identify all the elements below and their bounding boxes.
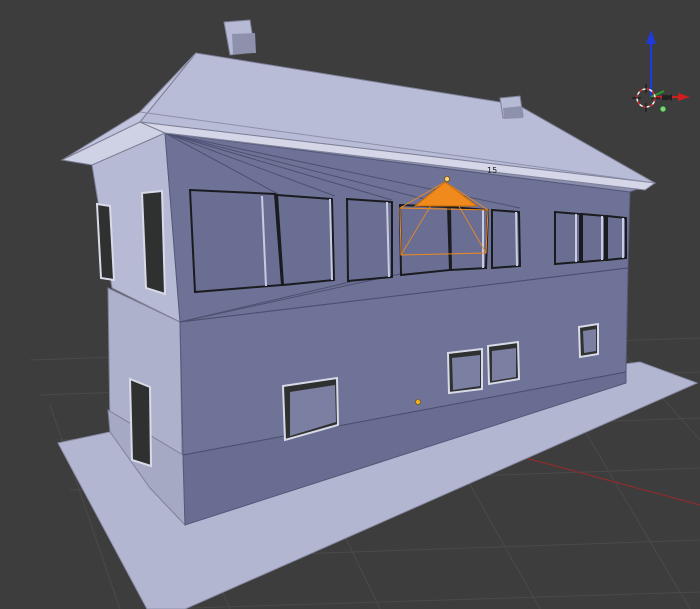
z-axis-arrowhead [646,30,656,44]
object-name-label: 15 [487,166,497,175]
light-icon[interactable] [659,102,667,113]
3d-viewport[interactable]: 15 [0,0,700,609]
navigation-gizmo[interactable] [632,30,690,113]
camera-icon[interactable] [662,94,672,101]
camera-origin-dot[interactable] [443,175,450,182]
x-axis-arrowhead [678,93,690,101]
scene-canvas[interactable]: 15 [0,0,700,609]
